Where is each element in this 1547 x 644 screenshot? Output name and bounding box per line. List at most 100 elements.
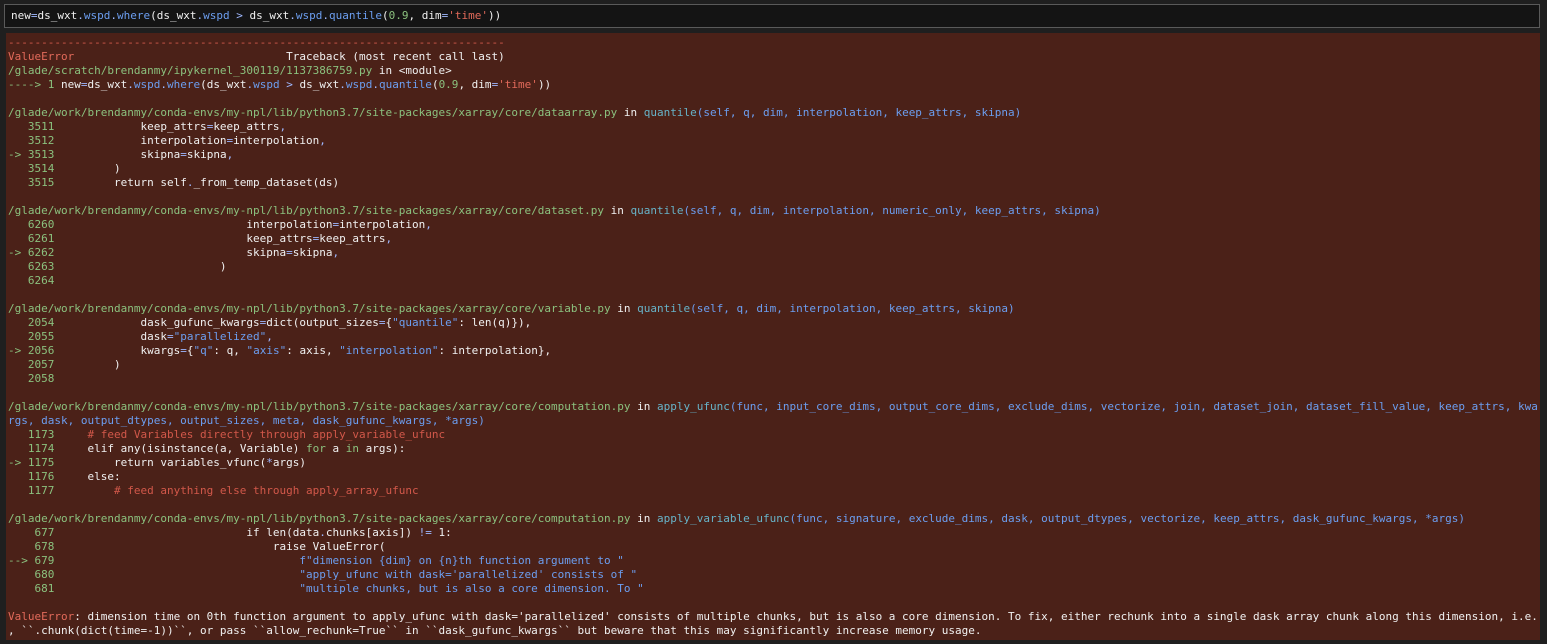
output-token: = <box>286 246 293 259</box>
output-token: quantile <box>637 302 691 315</box>
output-token: -> 6262 <box>8 246 55 259</box>
output-token: , <box>332 246 340 259</box>
output-line: 1173 # feed Variables directly through a… <box>8 428 1540 442</box>
output-token: ds_wxt <box>87 78 128 91</box>
output-token: 680 <box>8 568 55 581</box>
output-token: # feed Variables directly through apply_… <box>54 428 446 441</box>
traceback-output: ----------------------------------------… <box>6 33 1540 640</box>
output-token: , <box>385 232 393 245</box>
output-token: elif <box>54 442 114 455</box>
output-token: : len(q)}), <box>458 316 532 329</box>
output-token: in <box>630 512 658 525</box>
output-token: . <box>372 78 379 91</box>
output-token: return <box>54 456 154 469</box>
output-token: ( <box>431 78 439 91</box>
output-line: 1174 elif any(isinstance(a, Variable) fo… <box>8 442 1540 456</box>
output-token: (func, signature, exclude_dims, dask, ou… <box>789 512 1465 525</box>
output-token: f"dimension {dim} on {n}th function argu… <box>54 554 624 567</box>
output-token: 1 <box>431 526 446 539</box>
output-token: , dim <box>458 78 492 91</box>
output-token: (self, q, dim, interpolation, keep_attrs… <box>690 302 1015 315</box>
output-line: /glade/work/brendanmy/conda-envs/my-npl/… <box>8 512 1540 526</box>
output-token: 6261 <box>8 232 55 245</box>
output-line: -> 6262 skipna=skipna, <box>8 246 1540 260</box>
output-line: -> 3513 skipna=skipna, <box>8 148 1540 162</box>
code-input-cell[interactable]: new=ds_wxt.wspd.where(ds_wxt.wspd > ds_w… <box>4 4 1540 28</box>
output-token: , <box>319 134 326 147</box>
output-token: keep_attrs <box>213 120 280 133</box>
output-token: = <box>180 148 187 161</box>
code-token: > <box>236 9 243 22</box>
output-token: = <box>166 330 174 343</box>
output-line: 3514 ) <box>8 162 1540 176</box>
output-token: isinstance <box>147 442 214 455</box>
output-token: where <box>166 78 201 91</box>
output-token: , ``.chunk(dict(time=-1))``, or pass ``a… <box>8 624 982 637</box>
output-token: # feed anything else through apply_array… <box>54 484 419 497</box>
code-token: where <box>117 9 151 22</box>
output-token: 6264 <box>8 274 55 287</box>
output-token: chunks[axis]) <box>325 526 419 539</box>
output-token: a <box>325 442 346 455</box>
output-token: , <box>226 148 234 161</box>
output-token: in <box>630 400 658 413</box>
output-line: , ``.chunk(dict(time=-1))``, or pass ``a… <box>8 624 1540 638</box>
output-token: : interpolation}, <box>438 344 552 357</box>
code-token: wspd <box>295 9 323 22</box>
output-line: 6263 ) <box>8 260 1540 274</box>
output-token: ) <box>54 358 121 371</box>
output-token: in <box>617 106 644 119</box>
output-line: 680 "apply_ufunc with dask='parallelized… <box>8 568 1540 582</box>
output-token: . <box>127 78 134 91</box>
output-token: dict <box>266 316 293 329</box>
output-token: "axis" <box>246 344 287 357</box>
output-token: 6260 <box>8 218 55 231</box>
code-token: (ds_wxt <box>150 9 197 22</box>
output-token: , <box>266 330 273 343</box>
code-token: 0.9 <box>388 9 409 22</box>
output-token: return <box>54 176 154 189</box>
output-line: 2058 <box>8 372 1540 386</box>
output-token: * <box>266 456 273 469</box>
output-token: for <box>299 442 326 455</box>
output-token: kwargs <box>54 344 181 357</box>
output-line: ValueError Traceback (most recent call l… <box>8 50 1540 64</box>
code-token: . <box>77 9 84 22</box>
code-token: wspd <box>203 9 237 22</box>
output-token: in <box>604 204 631 217</box>
output-token: 678 <box>8 540 55 553</box>
output-token: , <box>279 120 287 133</box>
code-token: . <box>289 9 296 22</box>
output-token: : q, <box>213 344 247 357</box>
output-token: dask <box>54 330 167 343</box>
output-token: quantile <box>630 204 684 217</box>
output-token: keep_attrs <box>54 232 313 245</box>
output-token: (data <box>286 526 320 539</box>
output-token: 1173 <box>8 428 55 441</box>
output-token: ValueError <box>8 50 75 63</box>
output-line: ----> 1 new=ds_wxt.wspd.where(ds_wxt.wsp… <box>8 78 1540 92</box>
output-token: new <box>60 78 81 91</box>
output-line: /glade/work/brendanmy/conda-envs/my-npl/… <box>8 106 1540 120</box>
output-token: rgs, dask, output_dtypes, output_sizes, … <box>8 414 485 427</box>
output-token: "apply_ufunc with dask='parallelized' co… <box>54 568 638 581</box>
output-token: apply_ufunc <box>657 400 730 413</box>
output-token: "quantile" <box>392 316 459 329</box>
output-token: = <box>378 316 386 329</box>
output-token: /glade/work/brendanmy/conda-envs/my-npl/… <box>8 512 631 525</box>
output-token: : dimension time on 0th function argumen… <box>74 610 1538 623</box>
output-line: --> 679 f"dimension {dim} on {n}th funct… <box>8 554 1540 568</box>
output-token: keep_attrs <box>319 232 386 245</box>
output-line: 678 raise ValueError( <box>8 540 1540 554</box>
output-token: raise <box>54 540 307 553</box>
output-token: ) <box>54 260 227 273</box>
output-line: /glade/scratch/brendanmy/ipykernel_30011… <box>8 64 1540 78</box>
output-token: . <box>339 78 346 91</box>
output-line: -> 2056 kwargs={"q": q, "axis": axis, "i… <box>8 344 1540 358</box>
output-token: 1177 <box>8 484 55 497</box>
output-token: 0.9 <box>438 78 459 91</box>
output-token: . <box>160 78 167 91</box>
output-token: wspd <box>133 78 161 91</box>
output-token: skipna <box>54 246 287 259</box>
